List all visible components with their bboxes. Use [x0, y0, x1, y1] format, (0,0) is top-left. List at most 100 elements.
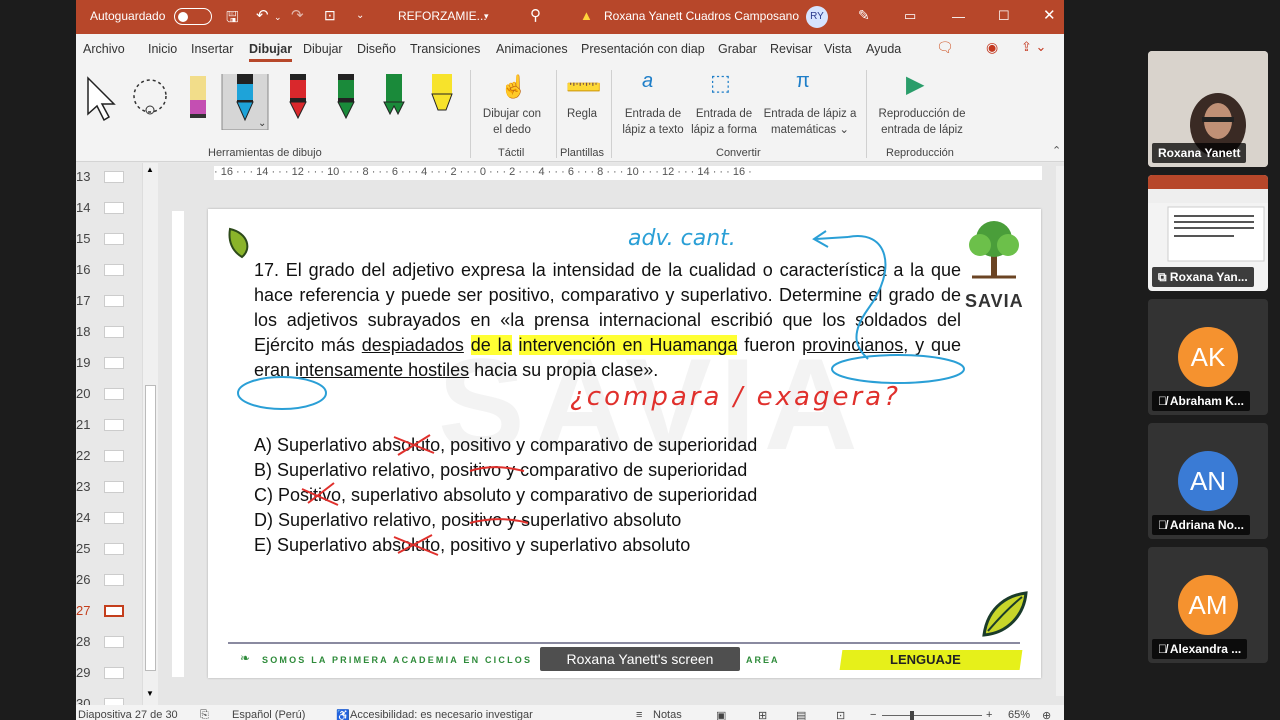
- footer-leaf-icon: ❧: [240, 651, 251, 665]
- slide-thumbnail[interactable]: 22: [76, 442, 142, 470]
- canvas-scrollbar[interactable]: [1056, 166, 1064, 696]
- tab-dibujar[interactable]: Dibujar: [303, 42, 343, 56]
- tab-archivo[interactable]: Archivo: [83, 42, 125, 56]
- thumbnail-scrollbar[interactable]: ▲ ▼: [142, 163, 158, 705]
- participant-video-tile[interactable]: Roxana Yanett: [1148, 51, 1268, 167]
- undo-icon[interactable]: ↶: [256, 6, 269, 24]
- slide-thumbnail[interactable]: 27: [76, 597, 142, 625]
- title-dropdown-icon[interactable]: ▾: [484, 11, 489, 22]
- slide-thumbnail[interactable]: 13: [76, 163, 142, 191]
- ink-to-shape-icon[interactable]: ⬚: [710, 70, 731, 96]
- customize-toolbar-icon[interactable]: ⌄: [356, 10, 364, 21]
- zoom-out-icon[interactable]: −: [870, 709, 876, 720]
- hand-draw-icon[interactable]: ☝: [500, 74, 527, 100]
- tab-revisar[interactable]: Revisar: [770, 42, 812, 56]
- ink-to-text-icon[interactable]: a: [642, 70, 653, 93]
- maximize-icon[interactable]: ☐: [998, 8, 1010, 24]
- tab-diseno[interactable]: Diseño: [357, 42, 396, 56]
- mic-muted-icon: 🎙̸: [1158, 394, 1170, 408]
- participant-tile[interactable]: AN 🎙̸ Adriana No...: [1148, 423, 1268, 539]
- drawing-tools-icons[interactable]: ⌄: [84, 74, 484, 130]
- tab-animaciones[interactable]: Animaciones: [496, 42, 568, 56]
- scroll-up-icon[interactable]: ▲: [146, 165, 154, 174]
- answer-options: A) Superlativo absoluto, positivo y comp…: [254, 433, 757, 558]
- close-icon[interactable]: ✕: [1043, 6, 1056, 24]
- ink-to-math-icon[interactable]: π: [796, 70, 810, 93]
- undo-dropdown-icon[interactable]: ⌄: [274, 12, 282, 23]
- slide-thumbnail-preview: [104, 481, 124, 493]
- group-convert: Convertir: [716, 147, 761, 159]
- slide-27[interactable]: SAVIA 17. El grado del adjetivo expresa …: [208, 209, 1041, 678]
- slide-thumbnail[interactable]: 25: [76, 535, 142, 563]
- fit-slide-icon[interactable]: ⊕: [1042, 709, 1051, 720]
- document-title[interactable]: REFORZAMIE...: [398, 9, 487, 23]
- collapse-ribbon-icon[interactable]: ⌃: [1052, 144, 1061, 157]
- slide-thumbnail-preview: [104, 233, 124, 245]
- normal-view-icon[interactable]: ▣: [716, 709, 726, 720]
- ink-to-math-button[interactable]: Entrada de lápiz a matemáticas ⌄: [762, 106, 858, 138]
- underlined-adjective: intensamente hostiles: [295, 360, 470, 380]
- slide-thumbnail[interactable]: 29: [76, 659, 142, 687]
- tab-transiciones[interactable]: Transiciones: [410, 42, 480, 56]
- reading-view-icon[interactable]: ▤: [796, 709, 806, 720]
- slide-thumbnail[interactable]: 26: [76, 566, 142, 594]
- ink-to-shape-button[interactable]: Entrada de lápiz a forma: [688, 106, 760, 138]
- zoom-slider-thumb[interactable]: [910, 711, 914, 720]
- slide-thumbnail[interactable]: 17: [76, 287, 142, 315]
- notes-button[interactable]: Notas: [653, 709, 682, 720]
- tab-ayuda[interactable]: Ayuda: [866, 42, 901, 56]
- notes-icon[interactable]: ≡: [636, 709, 642, 720]
- slide-thumbnail[interactable]: 23: [76, 473, 142, 501]
- record-icon[interactable]: ◉: [986, 39, 998, 56]
- autosave-toggle[interactable]: [174, 8, 212, 25]
- presentation-icon[interactable]: ⊡: [324, 7, 336, 24]
- spellcheck-icon[interactable]: ⎘: [200, 709, 209, 720]
- slide-thumbnail[interactable]: 14: [76, 194, 142, 222]
- scroll-thumb[interactable]: [145, 385, 156, 671]
- question-text: 17. El grado del adjetivo expresa la int…: [254, 258, 961, 383]
- accessibility-status[interactable]: Accesibilidad: es necesario investigar: [350, 709, 533, 720]
- save-icon[interactable]: 🖫: [226, 7, 239, 32]
- ruler-icon[interactable]: 📏: [562, 65, 607, 110]
- slide-thumbnail[interactable]: 18: [76, 318, 142, 346]
- tab-grabar[interactable]: Grabar: [718, 42, 757, 56]
- language-status[interactable]: Español (Perú): [232, 709, 305, 720]
- slide-thumbnail[interactable]: 24: [76, 504, 142, 532]
- slide-sorter-icon[interactable]: ⊞: [758, 709, 767, 720]
- tab-insertar[interactable]: Insertar: [191, 42, 233, 56]
- draw-with-finger-button[interactable]: Dibujar con el dedo: [478, 106, 546, 138]
- slide-thumbnail[interactable]: 20: [76, 380, 142, 408]
- participant-tile[interactable]: AM 🎙̸ Alexandra ...: [1148, 547, 1268, 663]
- ruler-button[interactable]: Regla: [562, 106, 602, 122]
- tab-dibujar-active[interactable]: Dibujar: [249, 42, 293, 62]
- participant-screen-tile[interactable]: ⧉ Roxana Yan...: [1148, 175, 1268, 291]
- slideshow-icon[interactable]: ⊡: [836, 709, 845, 720]
- slide-thumbnail-preview: [104, 326, 124, 338]
- zoom-in-icon[interactable]: +: [986, 709, 992, 720]
- slide-thumbnail[interactable]: 28: [76, 628, 142, 656]
- ink-to-text-line2: lápiz a texto: [622, 124, 684, 136]
- minimize-icon[interactable]: —: [952, 9, 965, 24]
- zoom-level[interactable]: 65%: [1008, 709, 1030, 720]
- tab-vista[interactable]: Vista: [824, 42, 852, 56]
- tab-presentacion[interactable]: Presentación con diap: [581, 42, 709, 56]
- participant-tile[interactable]: AK 🎙̸ Abraham K...: [1148, 299, 1268, 415]
- tab-inicio[interactable]: Inicio: [148, 42, 177, 56]
- zoom-slider[interactable]: [882, 715, 982, 716]
- ink-to-text-button[interactable]: Entrada de lápiz a texto: [618, 106, 688, 138]
- ink-replay-icon[interactable]: ▶: [906, 70, 924, 99]
- user-avatar[interactable]: RY: [806, 6, 828, 28]
- scroll-down-icon[interactable]: ▼: [146, 689, 154, 698]
- slide-thumbnail[interactable]: 15: [76, 225, 142, 253]
- share-icon[interactable]: ⇪ ⌄: [1021, 39, 1046, 55]
- ribbon-display-icon[interactable]: ▭: [904, 8, 916, 24]
- pen-icon[interactable]: ✎: [858, 7, 870, 24]
- slide-thumbnail[interactable]: 21: [76, 411, 142, 439]
- accessibility-icon[interactable]: ♿: [336, 709, 350, 720]
- slide-thumbnail[interactable]: 19: [76, 349, 142, 377]
- comments-icon[interactable]: 🗨: [936, 39, 954, 56]
- search-icon[interactable]: ⚲: [530, 6, 541, 24]
- redo-icon[interactable]: ↷: [291, 6, 304, 24]
- ink-replay-button[interactable]: Reproducción de entrada de lápiz: [872, 106, 972, 138]
- slide-thumbnail[interactable]: 16: [76, 256, 142, 284]
